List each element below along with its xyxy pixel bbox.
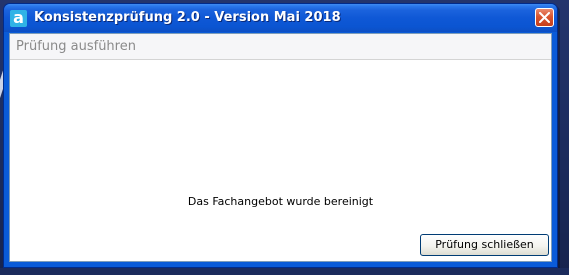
section-label: Prüfung ausführen: [16, 39, 136, 54]
window-title: Konsistenzprüfung 2.0 - Version Mai 2018: [34, 10, 341, 25]
desktop-bottom-strip: [0, 268, 569, 275]
status-message: Das Fachangebot wurde bereinigt: [187, 195, 374, 208]
section-header: Prüfung ausführen: [10, 34, 551, 60]
dialog-content: Prüfung ausführen Das Fachangebot wurde …: [9, 33, 552, 262]
app-icon: a: [10, 10, 27, 27]
close-button[interactable]: [535, 8, 554, 27]
title-bar[interactable]: a Konsistenzprüfung 2.0 - Version Mai 20…: [4, 4, 557, 32]
dialog-window: a Konsistenzprüfung 2.0 - Version Mai 20…: [3, 3, 558, 268]
close-icon: [539, 12, 550, 23]
close-check-button[interactable]: Prüfung schließen: [420, 234, 549, 256]
